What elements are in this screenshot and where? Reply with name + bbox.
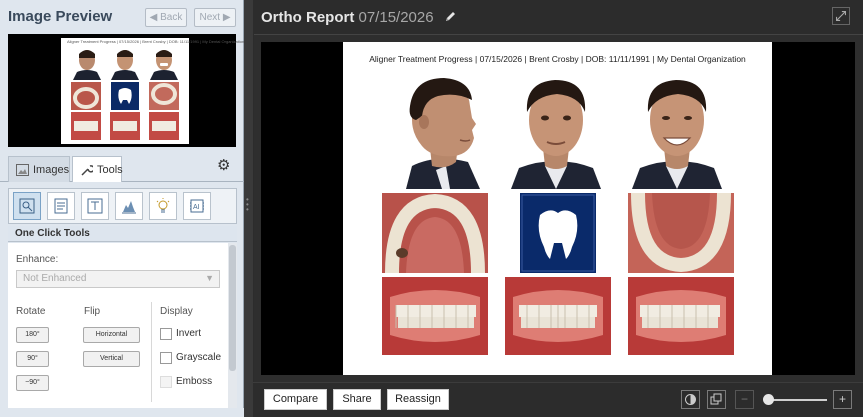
share-button[interactable]: Share xyxy=(333,389,381,410)
column-divider xyxy=(151,302,152,402)
grayscale-label: Grayscale xyxy=(176,352,222,363)
ai-tool-button[interactable]: AI xyxy=(183,192,211,220)
ai-tool-icon: AI xyxy=(190,199,204,213)
grayscale-checkbox[interactable] xyxy=(160,352,172,364)
thumb-lower-arch xyxy=(149,82,179,110)
flip-horizontal-button[interactable]: Horizontal xyxy=(83,327,140,343)
duplicate-button[interactable] xyxy=(707,390,726,409)
settings-scrollbar[interactable] xyxy=(228,243,237,408)
panel-splitter[interactable]: • • • xyxy=(244,0,253,417)
photo-left-buccal[interactable] xyxy=(628,277,734,355)
emboss-label: Emboss xyxy=(176,376,213,387)
svg-text:AI: AI xyxy=(193,204,200,211)
pencil-icon[interactable] xyxy=(444,10,457,23)
compare-button[interactable]: Compare xyxy=(264,389,327,410)
rotate-180-button[interactable]: 180° xyxy=(16,327,49,343)
images-icon xyxy=(16,164,29,176)
thumb-front-bite xyxy=(110,112,140,140)
report-title: Ortho Report 07/15/2026 xyxy=(261,9,457,26)
text-tool-icon xyxy=(87,198,103,214)
invert-label: Invert xyxy=(176,328,202,339)
back-button[interactable]: ◀ Back xyxy=(145,8,187,27)
rotate-90-button[interactable]: 90° xyxy=(16,351,49,367)
thumb-upper-arch xyxy=(71,82,101,110)
grip-handle-icon[interactable]: • • • xyxy=(246,196,251,219)
rotate-label: Rotate xyxy=(16,306,46,317)
thumb-face-profile xyxy=(69,46,103,80)
tool-toolbar: AI xyxy=(8,188,237,224)
contrast-icon xyxy=(685,394,696,405)
photo-right-buccal[interactable] xyxy=(382,277,488,355)
tool-settings: Enhance: Not Enhanced ▼ Rotate 180° 90° … xyxy=(8,243,228,408)
photo-front[interactable] xyxy=(497,70,616,189)
display-label: Display xyxy=(160,306,193,317)
next-button[interactable]: Next ▶ xyxy=(194,8,236,27)
one-click-tools-header: One Click Tools xyxy=(8,226,237,242)
panel-title: Image Preview xyxy=(8,8,113,25)
minus-icon: − xyxy=(740,392,748,406)
lightbulb-tool-button[interactable] xyxy=(149,192,177,220)
thumb-right-bite xyxy=(71,112,101,140)
tab-tools[interactable]: Tools xyxy=(72,156,123,182)
enhance-value: Not Enhanced xyxy=(23,273,87,284)
gear-icon[interactable]: ⚙ xyxy=(217,156,230,174)
thumb-left-bite xyxy=(149,112,179,140)
report-page[interactable]: Aligner Treatment Progress | 07/15/2026 … xyxy=(343,42,772,375)
panel-tabs: Images Tools xyxy=(0,152,244,182)
zoom-tool-icon xyxy=(19,198,35,214)
letterbox-right xyxy=(772,42,855,375)
lightbulb-tool-icon xyxy=(156,198,170,213)
report-toolbar: Compare Share Reassign − + xyxy=(253,382,863,417)
practice-logo xyxy=(520,193,596,273)
text-tool-button[interactable] xyxy=(81,192,109,220)
thumbnail-page: Aligner Treatment Progress | 07/15/2026 … xyxy=(61,38,244,144)
contrast-button[interactable] xyxy=(681,390,700,409)
report-caption: Aligner Treatment Progress | 07/15/2026 … xyxy=(369,54,746,64)
image-preview-panel: Image Preview ◀ Back Next ▶ Aligner Trea… xyxy=(0,0,244,417)
zoom-in-button[interactable]: + xyxy=(833,390,852,409)
panel-footer xyxy=(0,408,244,417)
enhance-select[interactable]: Not Enhanced ▼ xyxy=(16,270,220,288)
tab-images[interactable]: Images xyxy=(8,156,70,182)
histogram-tool-button[interactable] xyxy=(115,192,143,220)
report-viewer: Aligner Treatment Progress | 07/15/2026 … xyxy=(254,34,863,382)
plus-icon: + xyxy=(838,392,846,406)
thumbnail-caption: Aligner Treatment Progress | 07/15/2026 … xyxy=(67,39,245,44)
report-date: 07/15/2026 xyxy=(358,9,434,26)
zoom-out-button[interactable]: − xyxy=(735,390,754,409)
zoom-slider[interactable] xyxy=(773,399,827,401)
notes-tool-button[interactable] xyxy=(47,192,75,220)
report-panel: Ortho Report 07/15/2026 Aligner Treatmen… xyxy=(253,0,863,417)
thumb-logo xyxy=(111,82,139,110)
flip-label: Flip xyxy=(84,306,101,317)
histogram-tool-icon xyxy=(122,201,136,214)
thumb-face-front xyxy=(108,46,142,80)
flip-vertical-button[interactable]: Vertical xyxy=(83,351,140,367)
expand-icon[interactable] xyxy=(832,7,850,25)
notes-tool-icon xyxy=(54,198,68,214)
invert-checkbox[interactable] xyxy=(160,328,172,340)
emboss-checkbox[interactable] xyxy=(160,376,172,388)
enhance-label: Enhance: xyxy=(16,254,59,265)
photo-lower-occlusal[interactable] xyxy=(628,193,734,273)
zoom-tool-button[interactable] xyxy=(13,192,41,220)
thumb-face-smile xyxy=(147,46,181,80)
photo-smile[interactable] xyxy=(618,70,737,189)
tab-tools-label: Tools xyxy=(97,164,123,176)
wrench-icon xyxy=(81,165,93,176)
photo-frontal[interactable] xyxy=(505,277,611,355)
rotate-minus-90-button[interactable]: −90° xyxy=(16,375,49,391)
tab-images-label: Images xyxy=(33,164,70,176)
letterbox-left xyxy=(261,42,343,375)
report-thumbnail[interactable]: Aligner Treatment Progress | 07/15/2026 … xyxy=(8,34,244,147)
zoom-slider-handle[interactable] xyxy=(763,394,774,405)
duplicate-icon xyxy=(710,393,722,405)
photo-upper-occlusal[interactable] xyxy=(382,193,488,273)
reassign-button[interactable]: Reassign xyxy=(387,389,449,410)
photo-profile[interactable] xyxy=(376,70,495,189)
chevron-down-icon: ▼ xyxy=(205,273,214,283)
report-title-text: Ortho Report xyxy=(261,9,355,26)
panel-header: Image Preview ◀ Back Next ▶ xyxy=(0,0,244,34)
scrollbar-thumb[interactable] xyxy=(229,245,236,371)
